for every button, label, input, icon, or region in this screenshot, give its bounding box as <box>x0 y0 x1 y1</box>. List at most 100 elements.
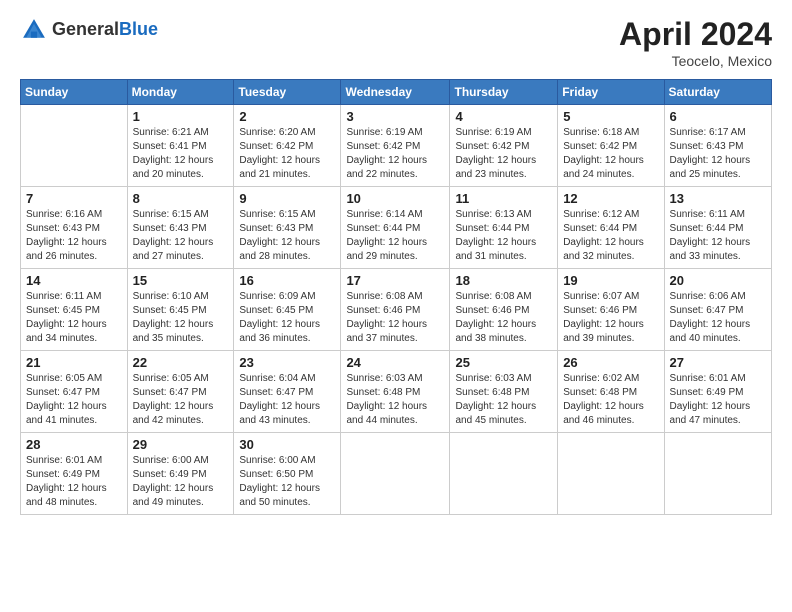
table-row: 18 Sunrise: 6:08 AM Sunset: 6:46 PM Dayli… <box>450 269 558 351</box>
table-row: 23Sunrise: 6:04 AM Sunset: 6:47 PM Dayli… <box>234 351 341 433</box>
cell-info: Sunrise: 6:17 AM Sunset: 6:43 PM Dayligh… <box>670 126 766 182</box>
table-row: 16 Sunrise: 6:09 AM Sunset: 6:45 PM Dayli… <box>234 269 341 351</box>
cell-day: 7 <box>26 191 122 206</box>
col-friday: Friday <box>558 80 664 105</box>
cell-info: Sunrise: 6:07 AM Sunset: 6:46 PM Dayligh… <box>563 290 658 346</box>
table-row: 11Sunrise: 6:13 AM Sunset: 6:44 PM Dayli… <box>450 187 558 269</box>
cell-info: Sunrise: 6:01 AM Sunset: 6:49 PM Dayligh… <box>670 372 766 428</box>
cell-day: 25 <box>455 355 552 370</box>
cell-day: 15 <box>133 273 229 288</box>
logo-text: GeneralBlue <box>52 20 158 40</box>
col-wednesday: Wednesday <box>341 80 450 105</box>
cell-info: Sunrise: 6:21 AM Sunset: 6:41 PM Dayligh… <box>133 126 229 182</box>
cell-info: Sunrise: 6:16 AM Sunset: 6:43 PM Dayligh… <box>26 208 122 264</box>
table-row: 19 Sunrise: 6:07 AM Sunset: 6:46 PM Dayli… <box>558 269 664 351</box>
table-row <box>341 433 450 515</box>
cell-info: Sunrise: 6:05 AM Sunset: 6:47 PM Dayligh… <box>26 372 122 428</box>
cell-day: 29 <box>133 437 229 452</box>
cell-day: 18 <box>455 273 552 288</box>
cell-info: Sunrise: 6:18 AM Sunset: 6:42 PM Dayligh… <box>563 126 658 182</box>
table-row: 30 Sunrise: 6:00 AM Sunset: 6:50 PM Dayli… <box>234 433 341 515</box>
cell-info: Sunrise: 6:02 AM Sunset: 6:48 PM Dayligh… <box>563 372 658 428</box>
logo-blue: Blue <box>119 19 158 39</box>
cell-day: 12 <box>563 191 658 206</box>
table-row: 10 Sunrise: 6:14 AM Sunset: 6:44 PM Dayli… <box>341 187 450 269</box>
table-row: 2 Sunrise: 6:20 AM Sunset: 6:42 PM Daylig… <box>234 105 341 187</box>
table-row: 13Sunrise: 6:11 AM Sunset: 6:44 PM Dayli… <box>664 187 771 269</box>
table-row: 3Sunrise: 6:19 AM Sunset: 6:42 PM Daylig… <box>341 105 450 187</box>
table-row: 25 Sunrise: 6:03 AM Sunset: 6:48 PM Dayli… <box>450 351 558 433</box>
table-row: 14 Sunrise: 6:11 AM Sunset: 6:45 PM Dayli… <box>21 269 128 351</box>
cell-info: Sunrise: 6:10 AM Sunset: 6:45 PM Dayligh… <box>133 290 229 346</box>
cell-info: Sunrise: 6:09 AM Sunset: 6:45 PM Dayligh… <box>239 290 335 346</box>
logo-icon <box>20 16 48 44</box>
cell-info: Sunrise: 6:08 AM Sunset: 6:46 PM Dayligh… <box>346 290 444 346</box>
month-year: April 2024 <box>619 16 772 53</box>
cell-info: Sunrise: 6:08 AM Sunset: 6:46 PM Dayligh… <box>455 290 552 346</box>
table-row: 1 Sunrise: 6:21 AM Sunset: 6:41 PM Daylig… <box>127 105 234 187</box>
table-row: 21 Sunrise: 6:05 AM Sunset: 6:47 PM Dayli… <box>21 351 128 433</box>
table-row: 24 Sunrise: 6:03 AM Sunset: 6:48 PM Dayli… <box>341 351 450 433</box>
cell-day: 9 <box>239 191 335 206</box>
cell-day: 11 <box>455 191 552 206</box>
calendar-week-1: 7 Sunrise: 6:16 AM Sunset: 6:43 PM Daylig… <box>21 187 772 269</box>
table-row: 8Sunrise: 6:15 AM Sunset: 6:43 PM Daylig… <box>127 187 234 269</box>
table-row: 4 Sunrise: 6:19 AM Sunset: 6:42 PM Daylig… <box>450 105 558 187</box>
cell-info: Sunrise: 6:05 AM Sunset: 6:47 PM Dayligh… <box>133 372 229 428</box>
calendar-week-3: 21 Sunrise: 6:05 AM Sunset: 6:47 PM Dayli… <box>21 351 772 433</box>
table-row: 7 Sunrise: 6:16 AM Sunset: 6:43 PM Daylig… <box>21 187 128 269</box>
cell-info: Sunrise: 6:19 AM Sunset: 6:42 PM Dayligh… <box>346 126 444 182</box>
table-row <box>664 433 771 515</box>
cell-day: 22 <box>133 355 229 370</box>
cell-day: 27 <box>670 355 766 370</box>
table-row: 20 Sunrise: 6:06 AM Sunset: 6:47 PM Dayli… <box>664 269 771 351</box>
table-row <box>558 433 664 515</box>
cell-day: 21 <box>26 355 122 370</box>
cell-day: 2 <box>239 109 335 124</box>
cell-day: 19 <box>563 273 658 288</box>
table-row: 15 Sunrise: 6:10 AM Sunset: 6:45 PM Dayli… <box>127 269 234 351</box>
cell-day: 30 <box>239 437 335 452</box>
cell-day: 10 <box>346 191 444 206</box>
title-block: April 2024 Teocelo, Mexico <box>619 16 772 69</box>
col-sunday: Sunday <box>21 80 128 105</box>
cell-info: Sunrise: 6:19 AM Sunset: 6:42 PM Dayligh… <box>455 126 552 182</box>
header: GeneralBlue April 2024 Teocelo, Mexico <box>20 16 772 69</box>
page: GeneralBlue April 2024 Teocelo, Mexico S… <box>0 0 792 612</box>
cell-info: Sunrise: 6:12 AM Sunset: 6:44 PM Dayligh… <box>563 208 658 264</box>
cell-info: Sunrise: 6:00 AM Sunset: 6:50 PM Dayligh… <box>239 454 335 510</box>
col-monday: Monday <box>127 80 234 105</box>
cell-day: 1 <box>133 109 229 124</box>
cell-info: Sunrise: 6:11 AM Sunset: 6:45 PM Dayligh… <box>26 290 122 346</box>
table-row: 26 Sunrise: 6:02 AM Sunset: 6:48 PM Dayli… <box>558 351 664 433</box>
table-row <box>21 105 128 187</box>
cell-day: 16 <box>239 273 335 288</box>
cell-day: 20 <box>670 273 766 288</box>
table-row: 22 Sunrise: 6:05 AM Sunset: 6:47 PM Dayli… <box>127 351 234 433</box>
cell-info: Sunrise: 6:14 AM Sunset: 6:44 PM Dayligh… <box>346 208 444 264</box>
cell-day: 24 <box>346 355 444 370</box>
cell-info: Sunrise: 6:03 AM Sunset: 6:48 PM Dayligh… <box>346 372 444 428</box>
logo: GeneralBlue <box>20 16 158 44</box>
cell-info: Sunrise: 6:03 AM Sunset: 6:48 PM Dayligh… <box>455 372 552 428</box>
cell-info: Sunrise: 6:15 AM Sunset: 6:43 PM Dayligh… <box>239 208 335 264</box>
col-thursday: Thursday <box>450 80 558 105</box>
cell-info: Sunrise: 6:11 AM Sunset: 6:44 PM Dayligh… <box>670 208 766 264</box>
cell-day: 5 <box>563 109 658 124</box>
calendar-week-2: 14 Sunrise: 6:11 AM Sunset: 6:45 PM Dayli… <box>21 269 772 351</box>
calendar-week-4: 28Sunrise: 6:01 AM Sunset: 6:49 PM Dayli… <box>21 433 772 515</box>
cell-day: 26 <box>563 355 658 370</box>
cell-day: 14 <box>26 273 122 288</box>
calendar-table: Sunday Monday Tuesday Wednesday Thursday… <box>20 79 772 515</box>
table-row: 9 Sunrise: 6:15 AM Sunset: 6:43 PM Daylig… <box>234 187 341 269</box>
cell-info: Sunrise: 6:06 AM Sunset: 6:47 PM Dayligh… <box>670 290 766 346</box>
cell-day: 4 <box>455 109 552 124</box>
cell-info: Sunrise: 6:15 AM Sunset: 6:43 PM Dayligh… <box>133 208 229 264</box>
cell-day: 17 <box>346 273 444 288</box>
cell-info: Sunrise: 6:00 AM Sunset: 6:49 PM Dayligh… <box>133 454 229 510</box>
cell-info: Sunrise: 6:01 AM Sunset: 6:49 PM Dayligh… <box>26 454 122 510</box>
cell-info: Sunrise: 6:20 AM Sunset: 6:42 PM Dayligh… <box>239 126 335 182</box>
col-tuesday: Tuesday <box>234 80 341 105</box>
table-row: 5 Sunrise: 6:18 AM Sunset: 6:42 PM Daylig… <box>558 105 664 187</box>
table-row: 28Sunrise: 6:01 AM Sunset: 6:49 PM Dayli… <box>21 433 128 515</box>
